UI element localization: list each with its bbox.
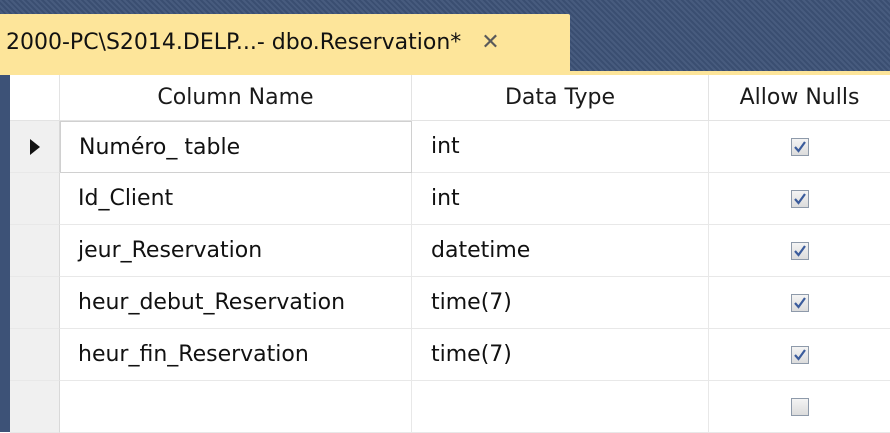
data-type-cell[interactable]: int xyxy=(412,173,709,225)
allow-nulls-cell xyxy=(709,121,890,173)
table-row xyxy=(10,381,890,433)
allow-nulls-cell xyxy=(709,381,890,433)
table-row: jeur_Reservation datetime xyxy=(10,225,890,277)
row-selector[interactable] xyxy=(10,277,60,329)
row-selector[interactable] xyxy=(10,329,60,381)
column-name-cell[interactable]: Id_Client xyxy=(60,173,412,225)
data-type-cell[interactable]: time(7) xyxy=(412,329,709,381)
row-selector[interactable] xyxy=(10,225,60,277)
allow-nulls-cell xyxy=(709,329,890,381)
data-type-cell[interactable]: datetime xyxy=(412,225,709,277)
document-tab[interactable]: 2000-PC\S2014.DELP...- dbo.Reservation* … xyxy=(0,14,570,71)
column-name-header: Column Name xyxy=(60,75,412,121)
allow-nulls-checkbox[interactable] xyxy=(790,137,809,156)
allow-nulls-checkbox[interactable] xyxy=(790,293,809,312)
data-type-cell[interactable]: time(7) xyxy=(412,277,709,329)
row-selector[interactable] xyxy=(10,121,60,173)
table-designer-grid: Column Name Data Type Allow Nulls Numéro… xyxy=(10,75,890,433)
row-selector-header xyxy=(10,75,60,121)
allow-nulls-cell xyxy=(709,173,890,225)
allow-nulls-checkbox[interactable] xyxy=(790,241,809,260)
close-icon[interactable]: ✕ xyxy=(481,30,499,55)
column-name-cell[interactable]: Numéro_ table xyxy=(60,121,412,173)
column-name-cell[interactable]: heur_fin_Reservation xyxy=(60,329,412,381)
table-row: Id_Client int xyxy=(10,173,890,225)
row-selector[interactable] xyxy=(10,173,60,225)
allow-nulls-checkbox[interactable] xyxy=(790,345,809,364)
current-row-arrow-icon xyxy=(29,138,40,155)
left-frame xyxy=(0,75,10,432)
allow-nulls-cell xyxy=(709,277,890,329)
tab-title: 2000-PC\S2014.DELP...- dbo.Reservation* xyxy=(6,30,462,55)
data-type-header: Data Type xyxy=(412,75,709,121)
column-name-cell[interactable]: heur_debut_Reservation xyxy=(60,277,412,329)
row-selector[interactable] xyxy=(10,381,60,433)
allow-nulls-checkbox[interactable] xyxy=(790,189,809,208)
table-row: heur_fin_Reservation time(7) xyxy=(10,329,890,381)
data-type-cell[interactable] xyxy=(412,381,709,433)
data-type-cell[interactable]: int xyxy=(412,121,709,173)
table-row: heur_debut_Reservation time(7) xyxy=(10,277,890,329)
column-name-cell[interactable] xyxy=(60,381,412,433)
allow-nulls-cell xyxy=(709,225,890,277)
table-row: Numéro_ table int xyxy=(10,121,890,173)
allow-nulls-header: Allow Nulls xyxy=(709,75,890,121)
column-name-cell[interactable]: jeur_Reservation xyxy=(60,225,412,277)
allow-nulls-checkbox[interactable] xyxy=(790,397,809,416)
